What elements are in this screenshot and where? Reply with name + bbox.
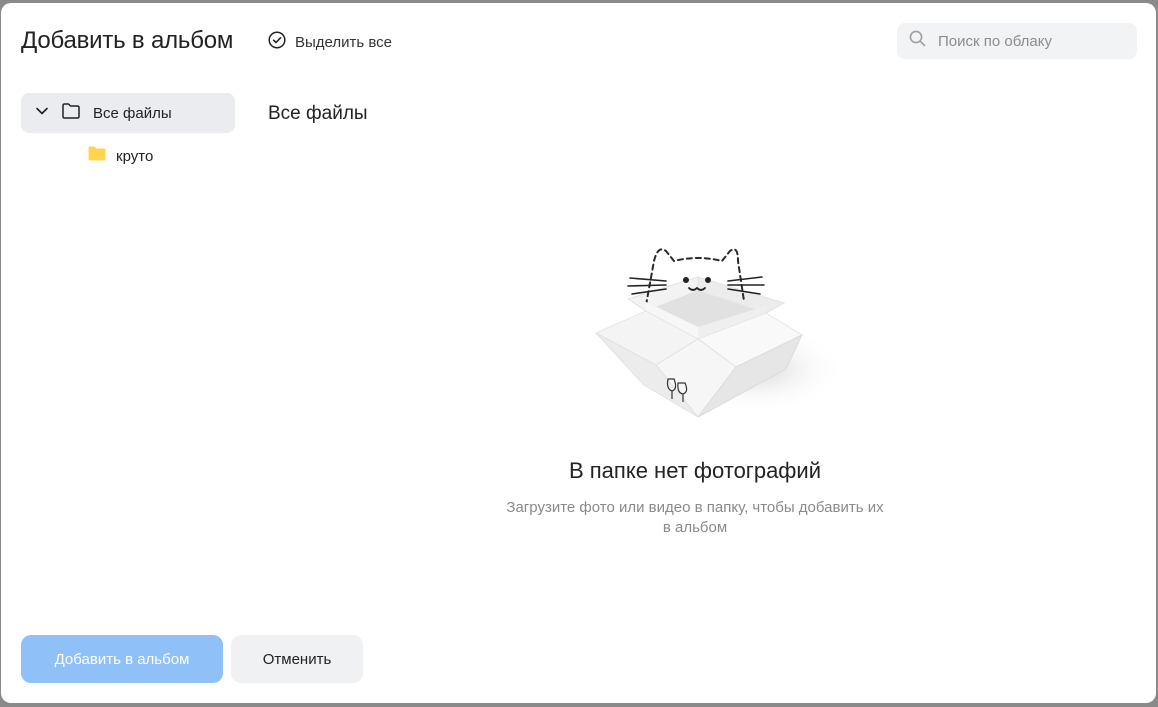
- sidebar-item-kruto[interactable]: круто: [87, 145, 153, 167]
- cat-in-box-illustration: [586, 239, 846, 429]
- search-icon: [909, 30, 926, 52]
- cancel-button[interactable]: Отменить: [231, 635, 363, 683]
- add-to-album-dialog: Добавить в альбом Выделить все Поиск по …: [1, 3, 1156, 703]
- add-to-album-button[interactable]: Добавить в альбом: [21, 635, 223, 683]
- dialog-title: Добавить в альбом: [21, 27, 234, 54]
- chevron-down-icon[interactable]: [35, 104, 49, 123]
- select-all-button[interactable]: Выделить все: [268, 31, 392, 54]
- select-all-label: Выделить все: [295, 34, 393, 51]
- sidebar-item-label: круто: [116, 147, 154, 165]
- folder-filled-icon: [87, 145, 107, 167]
- search-box[interactable]: [897, 23, 1137, 59]
- sidebar-item-label: Все файлы: [93, 104, 172, 122]
- search-input[interactable]: [938, 32, 1118, 50]
- empty-state-title: В папке нет фотографий: [568, 458, 821, 483]
- empty-state-subtitle: Загрузите фото или видео в папку, чтобы …: [506, 499, 884, 536]
- section-title: Все файлы: [268, 103, 368, 124]
- check-circle-icon: [268, 31, 286, 54]
- sidebar-item-all-files[interactable]: Все файлы: [21, 93, 235, 133]
- folder-outline-icon: [61, 102, 81, 125]
